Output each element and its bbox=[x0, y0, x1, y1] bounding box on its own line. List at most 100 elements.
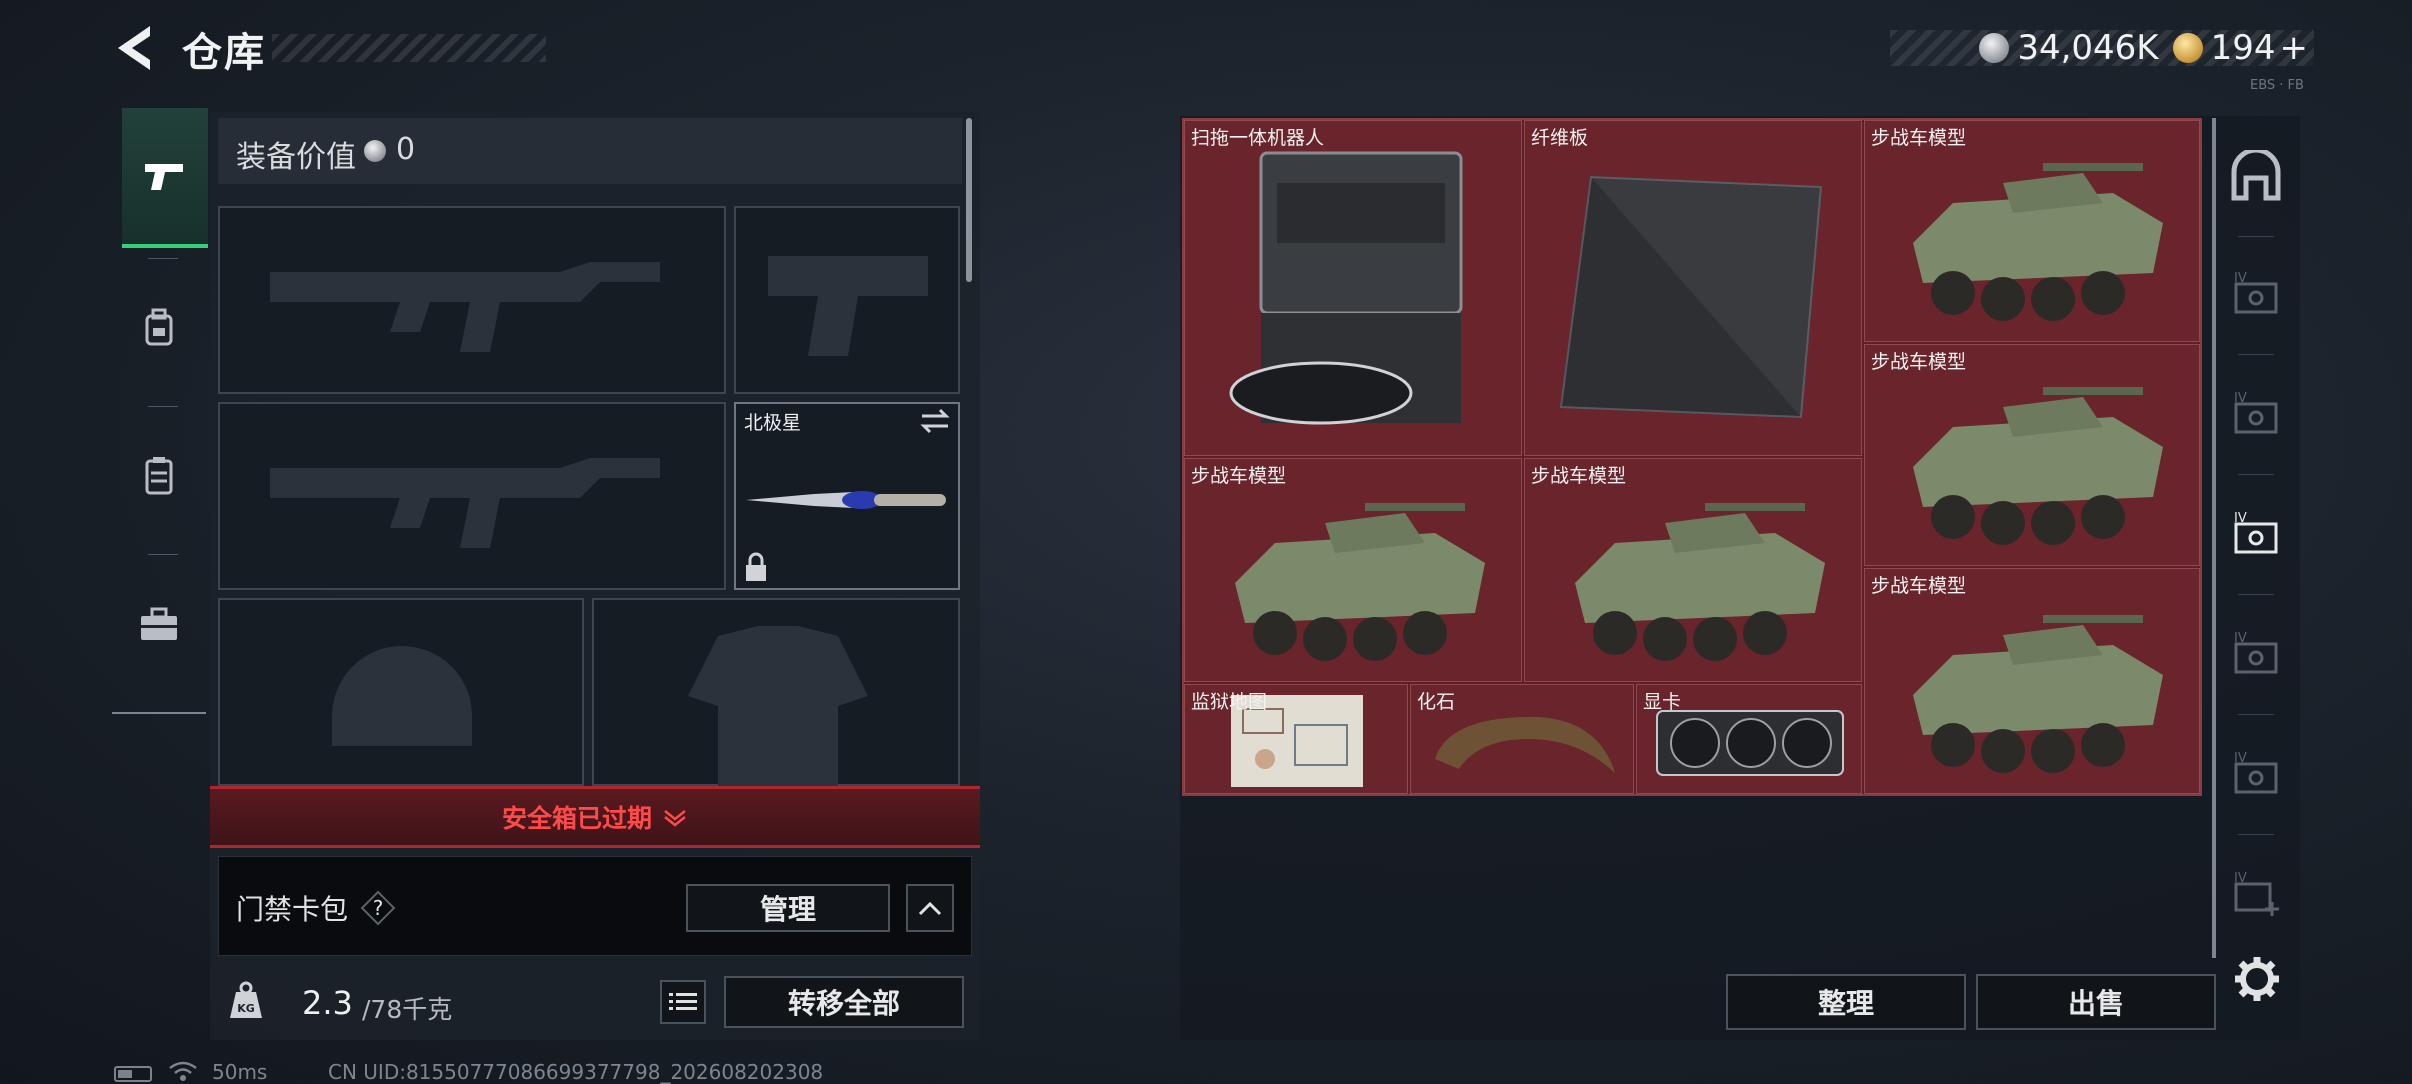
battery-icon bbox=[114, 1066, 152, 1082]
tier-case-icon: IV bbox=[2234, 631, 2278, 674]
tab-vest[interactable] bbox=[112, 406, 206, 546]
item-name: 化石 bbox=[1417, 691, 1456, 713]
add-case-icon: IV bbox=[2234, 871, 2279, 916]
tab-weapons[interactable] bbox=[122, 108, 208, 248]
weight-current: 2.3 bbox=[302, 984, 353, 1022]
help-icon: ? bbox=[360, 890, 396, 926]
graphics-card-icon bbox=[1656, 710, 1844, 776]
gold-coin-icon bbox=[2172, 33, 2203, 63]
storage-item-fossil[interactable]: 化石 bbox=[1410, 684, 1634, 794]
sell-button[interactable]: 出售 bbox=[1976, 974, 2216, 1030]
storage-item-graphics-card[interactable]: 显卡 bbox=[1636, 684, 1862, 794]
rail-tier-4-case-1[interactable]: IV bbox=[2228, 268, 2284, 320]
back-button[interactable] bbox=[110, 22, 160, 74]
robot-vacuum-icon bbox=[1229, 151, 1463, 425]
item-name: 步战车模型 bbox=[1871, 127, 1967, 149]
page-title: 仓库 bbox=[182, 30, 266, 76]
rail-storage-home[interactable] bbox=[2228, 147, 2284, 202]
currency-bar: 34,046K 194 + bbox=[1890, 28, 2314, 68]
storage-item-ifv-model[interactable]: 步战车模型 bbox=[1864, 344, 2200, 566]
settings-button[interactable] bbox=[2232, 954, 2282, 1004]
equipment-value: 0 bbox=[396, 132, 416, 167]
item-name: 扫拖一体机器人 bbox=[1191, 127, 1325, 149]
pistol-icon bbox=[145, 164, 183, 190]
svg-text:KG: KG bbox=[237, 1002, 255, 1015]
keycard-wallet-label: 门禁卡包 bbox=[236, 893, 349, 926]
svg-text:IV: IV bbox=[2234, 631, 2247, 646]
list-icon bbox=[669, 993, 697, 1010]
storage-item-fiberboard[interactable]: 纤维板 bbox=[1524, 120, 1862, 456]
storage-item-ifv-model[interactable]: 步战车模型 bbox=[1524, 458, 1862, 682]
rail-tier-4-case-3[interactable]: IV bbox=[2228, 628, 2284, 680]
storage-filter-rail: IV IV IV IV IV IV bbox=[2210, 118, 2294, 964]
transfer-all-button[interactable]: 转移全部 bbox=[724, 976, 964, 1028]
weight-icon: KG bbox=[228, 980, 264, 1020]
ifv-model-icon bbox=[1913, 387, 2163, 545]
silver-coin-icon bbox=[1979, 33, 2010, 63]
svg-text:IV: IV bbox=[2234, 271, 2247, 286]
equipment-value-label: 装备价值 bbox=[236, 140, 356, 175]
item-name: 显卡 bbox=[1643, 691, 1682, 713]
silver-currency-amount: 34,046K bbox=[2017, 28, 2159, 68]
storage-item-robot-vacuum[interactable]: 扫拖一体机器人 bbox=[1184, 120, 1522, 456]
gear-icon bbox=[2235, 957, 2279, 1001]
uid-text: CN UID:81550777086699377798_202608202308 bbox=[328, 1060, 824, 1084]
storage-item-prison-map[interactable]: 监狱地图 bbox=[1184, 684, 1408, 794]
help-glyph: ? bbox=[373, 896, 384, 920]
fiberboard-icon bbox=[1559, 175, 1823, 419]
svg-text:IV: IV bbox=[2234, 871, 2247, 886]
storage-item-ifv-model[interactable]: 步战车模型 bbox=[1864, 568, 2200, 794]
pistol-silhouette-icon bbox=[768, 256, 928, 356]
storage-item-ifv-model[interactable]: 步战车模型 bbox=[1864, 120, 2200, 342]
tab-safe-box[interactable] bbox=[112, 554, 206, 694]
rail-tier-4-case-active[interactable]: IV bbox=[2228, 508, 2284, 560]
equipment-scrollbar[interactable] bbox=[966, 118, 972, 282]
swap-icon[interactable] bbox=[920, 408, 950, 434]
body-armor-slot[interactable] bbox=[592, 598, 960, 786]
fossil-claw-icon bbox=[1435, 716, 1615, 773]
item-name: 步战车模型 bbox=[1871, 351, 1967, 373]
rail-add-case[interactable]: IV bbox=[2228, 868, 2284, 920]
add-currency-button[interactable]: + bbox=[2280, 28, 2309, 68]
backpack-icon bbox=[145, 308, 173, 346]
helmet-slot[interactable] bbox=[218, 598, 584, 786]
back-arrow-icon bbox=[118, 26, 150, 70]
primary-weapon-slot[interactable] bbox=[218, 206, 726, 394]
ifv-model-icon bbox=[1913, 615, 2163, 773]
corner-text: EBS · FB bbox=[2250, 78, 2304, 93]
storage-item-ifv-model[interactable]: 步战车模型 bbox=[1184, 458, 1522, 682]
help-button[interactable]: ? bbox=[360, 890, 396, 926]
secondary-weapon-slot[interactable] bbox=[218, 402, 726, 590]
safe-box-status: 安全箱已过期 bbox=[501, 804, 652, 833]
sidearm-slot[interactable] bbox=[734, 206, 960, 394]
tier-case-icon: IV bbox=[2234, 751, 2278, 794]
list-view-button[interactable] bbox=[660, 980, 706, 1024]
collapse-button[interactable] bbox=[906, 884, 954, 932]
ifv-model-icon bbox=[1913, 163, 2163, 321]
wifi-icon bbox=[168, 1060, 198, 1082]
melee-slot[interactable]: 北极星 bbox=[734, 402, 960, 590]
rifle-silhouette-icon bbox=[270, 262, 660, 352]
item-name: 监狱地图 bbox=[1191, 691, 1268, 713]
chevron-up-icon bbox=[918, 901, 942, 916]
category-tabs bbox=[112, 108, 208, 714]
ping-text: 50ms bbox=[212, 1060, 268, 1084]
tab-backpack[interactable] bbox=[112, 258, 206, 398]
silver-coin-icon bbox=[364, 140, 386, 162]
title-decoration bbox=[272, 34, 546, 62]
svg-text:IV: IV bbox=[2234, 751, 2247, 766]
ifv-model-icon bbox=[1575, 503, 1825, 661]
tier-case-icon: IV bbox=[2234, 271, 2278, 314]
safe-box-expired-banner[interactable]: 安全箱已过期 bbox=[210, 786, 980, 848]
item-name: 步战车模型 bbox=[1531, 465, 1627, 487]
rail-tier-4-case-4[interactable]: IV bbox=[2228, 748, 2284, 800]
item-name: 步战车模型 bbox=[1191, 465, 1287, 487]
svg-text:IV: IV bbox=[2234, 391, 2247, 406]
item-name: 纤维板 bbox=[1531, 127, 1589, 149]
sort-button[interactable]: 整理 bbox=[1726, 974, 1966, 1030]
manage-button[interactable]: 管理 bbox=[686, 884, 890, 932]
tier-case-icon: IV bbox=[2234, 391, 2278, 434]
helmet-silhouette-icon bbox=[332, 646, 472, 746]
rail-tier-4-case-2[interactable]: IV bbox=[2228, 388, 2284, 440]
vest-icon bbox=[145, 457, 173, 495]
